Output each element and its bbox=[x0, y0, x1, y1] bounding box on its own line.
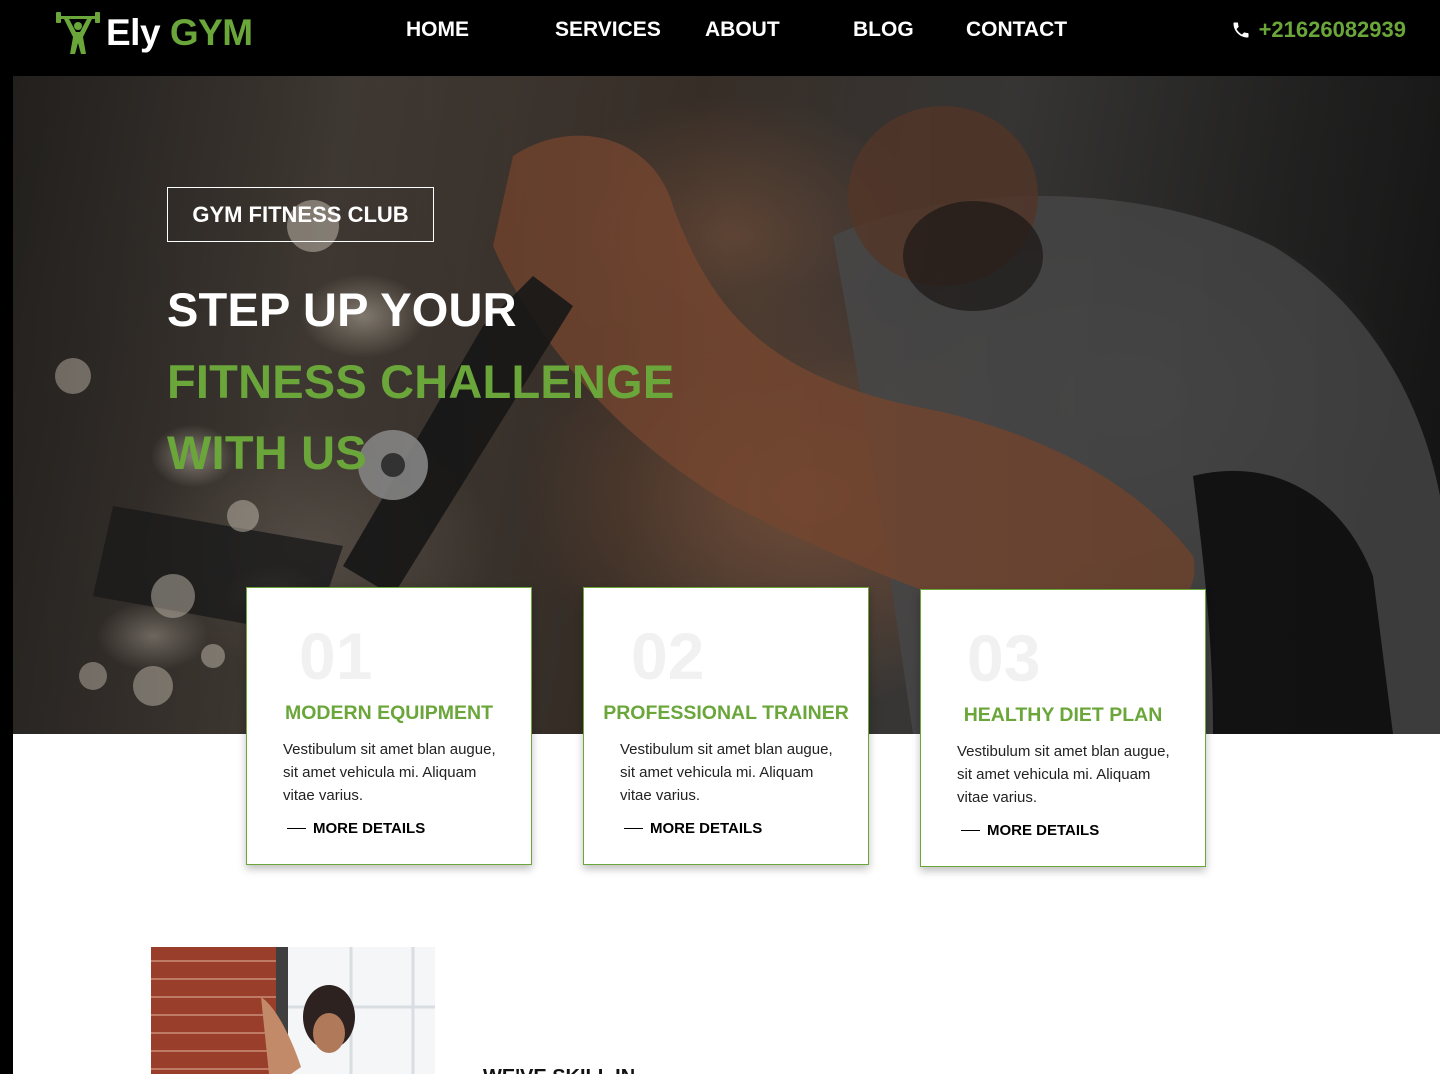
more-details-link[interactable]: MORE DETAILS bbox=[961, 822, 1099, 839]
card-description: Vestibulum sit amet blan augue, sit amet… bbox=[620, 741, 833, 804]
card-title: MODERN EQUIPMENT bbox=[284, 702, 493, 724]
more-details-link[interactable]: MORE DETAILS bbox=[624, 820, 762, 837]
brand-logo[interactable]: Ely GYM bbox=[56, 10, 253, 56]
hero-headline-line-1: STEP UP YOUR bbox=[167, 283, 517, 336]
about-photo bbox=[151, 947, 435, 1074]
nav-contact[interactable]: CONTACT bbox=[966, 18, 1067, 42]
dash-icon bbox=[287, 827, 306, 830]
nav-services[interactable]: SERVICES bbox=[555, 18, 661, 42]
phone-link[interactable]: +21626082939 bbox=[1231, 17, 1406, 43]
left-edge-bar bbox=[0, 76, 13, 1074]
nav-blog[interactable]: BLOG bbox=[853, 18, 914, 42]
feature-card-diet: 03 HEALTHY DIET PLAN Vestibulum sit amet… bbox=[920, 589, 1206, 867]
top-navbar: Ely GYM HOME SERVICES ABOUT BLOG CONTACT… bbox=[0, 0, 1440, 76]
about-heading: WE'VE SKILL IN bbox=[483, 1066, 635, 1074]
card-description: Vestibulum sit amet blan augue, sit amet… bbox=[283, 741, 496, 804]
hero-headline-line-2: FITNESS CHALLENGE bbox=[167, 355, 675, 408]
card-number: 03 bbox=[967, 621, 1041, 695]
feature-card-trainer: 02 PROFESSIONAL TRAINER Vestibulum sit a… bbox=[583, 587, 869, 865]
more-details-link[interactable]: MORE DETAILS bbox=[287, 820, 425, 837]
hero-badge: GYM FITNESS CLUB bbox=[167, 187, 434, 242]
phone-icon bbox=[1233, 22, 1249, 38]
feature-card-equipment: 01 MODERN EQUIPMENT Vestibulum sit amet … bbox=[246, 587, 532, 865]
card-description: Vestibulum sit amet blan augue, sit amet… bbox=[957, 743, 1170, 806]
dash-icon bbox=[961, 829, 980, 832]
woman-training-image bbox=[151, 947, 435, 1074]
dash-icon bbox=[624, 827, 643, 830]
dumbbell-man-icon bbox=[56, 12, 100, 54]
card-title: PROFESSIONAL TRAINER bbox=[603, 702, 849, 724]
card-title: HEALTHY DIET PLAN bbox=[963, 704, 1163, 726]
card-number: 02 bbox=[631, 619, 705, 693]
nav-home[interactable]: HOME bbox=[406, 18, 469, 42]
hero-headline-line-3: WITH US bbox=[167, 426, 367, 479]
brand-name: Ely GYM bbox=[106, 12, 253, 53]
card-number: 01 bbox=[299, 619, 373, 693]
nav-about[interactable]: ABOUT bbox=[705, 18, 780, 42]
phone-number: +21626082939 bbox=[1258, 17, 1406, 42]
